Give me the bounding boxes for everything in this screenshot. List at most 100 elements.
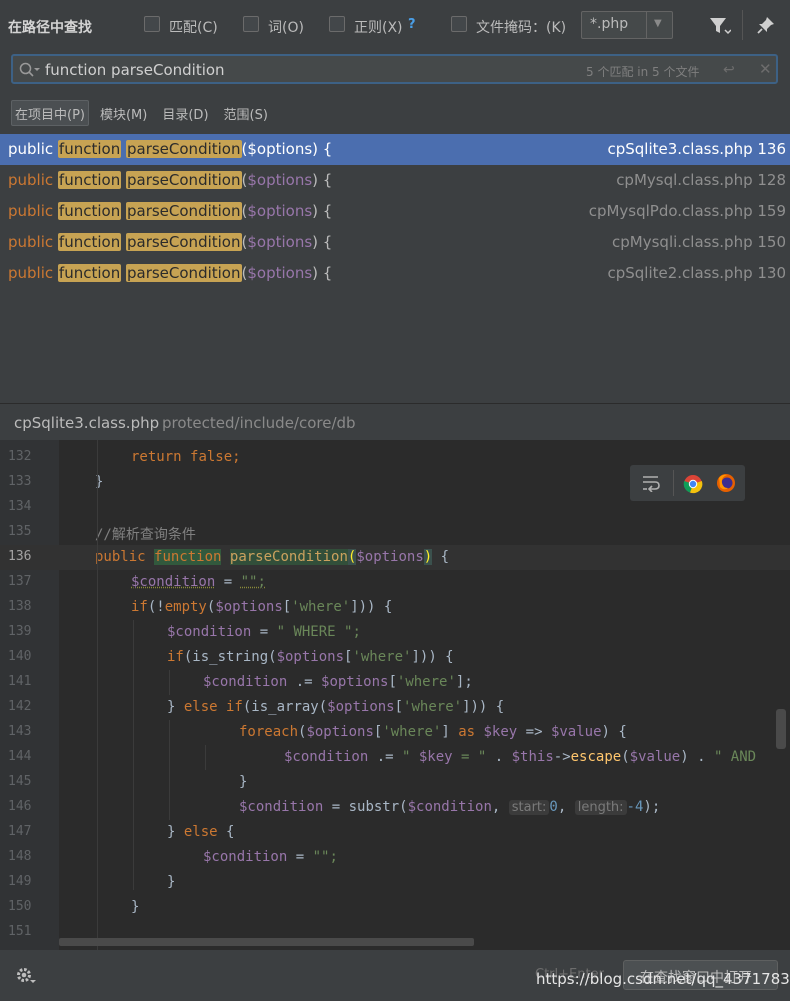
result-keyword: public <box>8 140 54 158</box>
dialog-title: 在路径中查找 <box>8 20 92 36</box>
match-highlight: parseCondition <box>125 140 242 158</box>
words-checkbox[interactable] <box>243 16 259 32</box>
match-highlight: function <box>57 140 122 158</box>
match-highlight: parseCondition <box>125 264 242 282</box>
result-keyword: public <box>8 233 54 251</box>
code-line: 150} <box>8 899 140 915</box>
code-line: 142} else if(is_array($options['where'])… <box>8 699 505 715</box>
result-file: cpMysql.class.php 128 <box>616 171 786 189</box>
regex-checkbox[interactable] <box>329 16 345 32</box>
result-param: $options <box>247 202 313 220</box>
chrome-icon[interactable] <box>683 474 703 498</box>
result-row[interactable]: public function parseCondition($options)… <box>0 134 790 165</box>
regex-label[interactable]: 正则(X) <box>354 17 403 37</box>
code-line: 149} <box>8 874 176 890</box>
code-line: 141 $condition .= $options['where']; <box>8 674 473 690</box>
code-line: 138 if(!empty($options['where'])) { <box>8 599 393 615</box>
open-in-browser-popup <box>630 465 745 501</box>
preview-header: cpSqlite3.class.php protected/include/co… <box>0 403 790 440</box>
tab-module[interactable]: 模块(M) <box>96 100 151 126</box>
horizontal-scrollbar[interactable] <box>59 938 474 946</box>
scope-tabs: 在项目中(P) 模块(M) 目录(D) 范围(S) <box>11 100 279 126</box>
find-in-path-header: 在路径中查找 匹配(C) 词(O) 正则(X) ? 文件掩码：(K) *.php… <box>0 0 790 52</box>
result-row[interactable]: public function parseCondition($options)… <box>0 258 790 289</box>
match-case-checkbox[interactable] <box>144 16 160 32</box>
param-hint: length: <box>574 800 627 815</box>
result-tail: ) { <box>312 171 333 189</box>
result-file: cpMysqli.class.php 150 <box>612 233 786 251</box>
result-row[interactable]: public function parseCondition($options)… <box>0 165 790 196</box>
vertical-scrollbar[interactable] <box>776 709 786 749</box>
match-highlight: parseCondition <box>125 202 242 220</box>
tab-directory[interactable]: 目录(D) <box>158 100 212 126</box>
result-tail: ) { <box>312 202 333 220</box>
code-preview[interactable]: 132 return false; 133} 134 135//解析查询条件 13… <box>0 440 790 950</box>
match-highlight: function <box>57 202 122 220</box>
code-line: 139 $condition = " WHERE "; <box>8 624 361 640</box>
match-highlight: parseCondition <box>125 233 242 251</box>
toolbar-divider <box>742 10 743 40</box>
code-line: 140 if(is_string($options['where'])) { <box>8 649 454 665</box>
code-line: 147} else { <box>8 824 235 840</box>
soft-wrap-icon[interactable] <box>641 474 661 496</box>
file-mask-checkbox[interactable] <box>451 16 467 32</box>
file-mask-combo[interactable]: *.php ▼ <box>581 11 673 39</box>
code-line: 135//解析查询条件 <box>8 524 196 543</box>
clear-icon[interactable]: ✕ <box>759 60 772 78</box>
result-row[interactable]: public function parseCondition($options)… <box>0 196 790 227</box>
result-row[interactable]: public function parseCondition($options)… <box>0 227 790 258</box>
filter-icon[interactable] <box>709 16 732 40</box>
match-count: 5 个匹配 in 5 个文件 <box>586 65 700 79</box>
pin-icon[interactable] <box>757 16 775 38</box>
indent-guide <box>133 620 134 890</box>
result-param: $options <box>247 140 313 158</box>
match-highlight: function <box>57 264 122 282</box>
param-hint: start: <box>508 800 550 815</box>
combo-divider <box>646 12 647 38</box>
gear-icon[interactable] <box>15 966 37 990</box>
code-line: 145} <box>8 774 248 790</box>
indent-guide <box>205 745 206 770</box>
result-param: $options <box>247 264 313 282</box>
result-file: cpSqlite2.class.php 130 <box>607 264 786 282</box>
file-mask-label[interactable]: 文件掩码：(K) <box>476 17 566 37</box>
results-list: public function parseCondition($options)… <box>0 134 790 289</box>
watermark-text: https://blog.csdn.net/qq_43717836 <box>536 970 790 988</box>
code-line: 148 $condition = ""; <box>8 849 338 865</box>
words-label[interactable]: 词(O) <box>268 17 304 37</box>
result-tail: ) { <box>312 233 333 251</box>
result-file: cpSqlite3.class.php 136 <box>607 140 786 158</box>
tab-scope[interactable]: 范围(S) <box>220 100 272 126</box>
code-line: 137 $condition = ""; <box>8 574 266 590</box>
code-line: 143 foreach($options['where'] as $key => … <box>8 724 627 740</box>
preview-file-name: cpSqlite3.class.php <box>14 414 160 432</box>
popup-divider <box>673 470 674 496</box>
search-icon[interactable] <box>19 62 41 82</box>
code-line: 146 $condition = substr($condition, start… <box>8 799 661 815</box>
result-param: $options <box>247 233 313 251</box>
search-query[interactable]: function parseCondition <box>45 61 225 79</box>
code-line: 144 $condition .= " $key = " . $this->esc… <box>8 749 757 765</box>
match-highlight: parseCondition <box>125 171 242 189</box>
result-tail: ) { <box>312 264 333 282</box>
result-keyword: public <box>8 264 54 282</box>
match-case-label[interactable]: 匹配(C) <box>169 17 218 37</box>
match-highlight: function <box>57 233 122 251</box>
file-mask-value: *.php <box>590 16 629 32</box>
current-code-line: 136 public function parseCondition($optio… <box>0 545 790 570</box>
indent-guide <box>169 670 170 695</box>
firefox-icon[interactable] <box>716 473 736 497</box>
indent-guide <box>169 720 170 820</box>
newline-icon[interactable]: ↩ <box>723 62 735 78</box>
result-tail: ) { <box>312 140 333 158</box>
search-field[interactable]: function parseCondition 5 个匹配 in 5 个文件 ↩… <box>11 54 778 84</box>
result-keyword: public <box>8 202 54 220</box>
preview-file-path: protected/include/core/db <box>162 414 356 432</box>
regex-help-icon[interactable]: ? <box>408 17 416 32</box>
result-file: cpMysqlPdo.class.php 159 <box>588 202 786 220</box>
result-keyword: public <box>8 171 54 189</box>
match-highlight: function <box>57 171 122 189</box>
tab-in-project[interactable]: 在项目中(P) <box>11 100 89 126</box>
result-param: $options <box>247 171 313 189</box>
chevron-down-icon[interactable]: ▼ <box>654 18 662 29</box>
